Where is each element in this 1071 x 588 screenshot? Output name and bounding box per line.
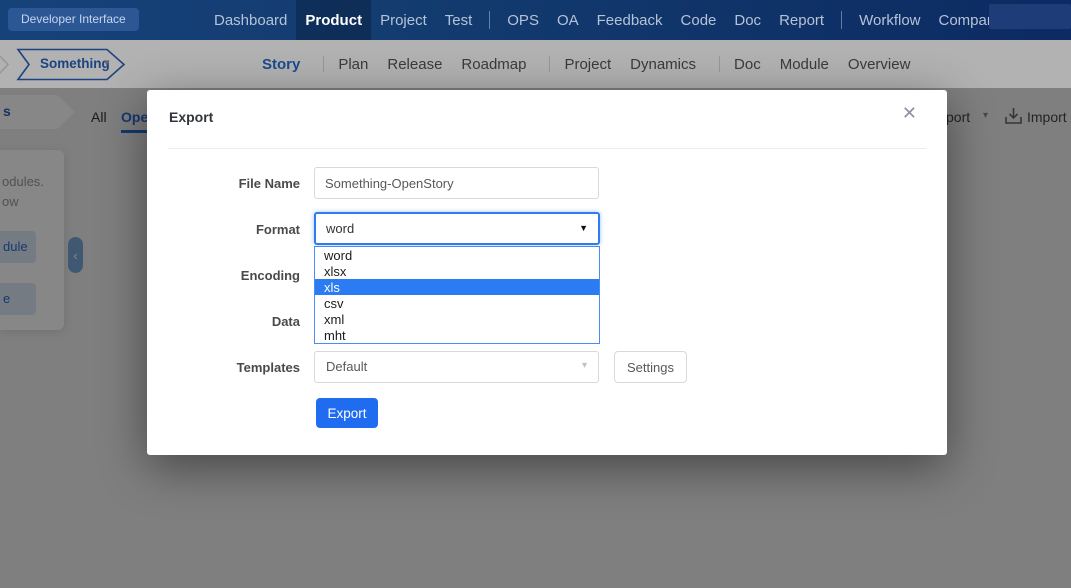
modal-backdrop-upper [0, 40, 1071, 88]
top-menu-code[interactable]: Code [672, 0, 726, 40]
top-menu-ops[interactable]: OPS [498, 0, 548, 40]
templates-selected-value: Default [326, 359, 367, 374]
format-option-xml[interactable]: xml [315, 311, 599, 327]
export-dialog: Export ✕ File Name Format word ▼ Encodin… [147, 90, 947, 455]
format-options-list: word xlsx xls csv xml mht [314, 246, 600, 344]
dialog-header-divider [168, 148, 926, 149]
top-menu-dashboard[interactable]: Dashboard [205, 0, 296, 40]
format-option-xls[interactable]: xls [315, 279, 599, 295]
data-label: Data [147, 314, 300, 329]
format-option-word[interactable]: word [315, 247, 599, 263]
top-menu-product[interactable]: Product [296, 0, 371, 40]
top-menu-workflow[interactable]: Workflow [850, 0, 929, 40]
file-name-label: File Name [147, 176, 300, 191]
developer-interface-badge: Developer Interface [8, 8, 139, 31]
format-label: Format [147, 222, 300, 237]
top-menu: Dashboard Product Project Test OPS OA Fe… [205, 0, 1071, 40]
format-option-csv[interactable]: csv [315, 295, 599, 311]
select-caret-icon: ▼ [579, 223, 588, 233]
top-menu-feedback[interactable]: Feedback [588, 0, 672, 40]
topbar-search-box[interactable] [989, 4, 1071, 29]
templates-label: Templates [147, 360, 300, 375]
app-root: Developer Interface Dashboard Product Pr… [0, 0, 1071, 588]
top-menu-oa[interactable]: OA [548, 0, 588, 40]
format-selected-value: word [326, 221, 354, 236]
top-nav-bar: Developer Interface Dashboard Product Pr… [0, 0, 1071, 40]
format-option-xlsx[interactable]: xlsx [315, 263, 599, 279]
export-submit-button[interactable]: Export [316, 398, 378, 428]
close-icon[interactable]: ✕ [902, 103, 917, 124]
menu-divider [489, 11, 490, 29]
dialog-title: Export [169, 109, 213, 125]
encoding-label: Encoding [147, 268, 300, 283]
format-select[interactable]: word ▼ [314, 212, 600, 245]
menu-divider [841, 11, 842, 29]
top-menu-doc[interactable]: Doc [725, 0, 770, 40]
templates-select[interactable]: Default ▾ [314, 351, 599, 383]
top-menu-test[interactable]: Test [436, 0, 482, 40]
caret-down-icon: ▾ [582, 360, 587, 371]
top-menu-report[interactable]: Report [770, 0, 833, 40]
top-menu-project[interactable]: Project [371, 0, 436, 40]
file-name-input[interactable] [314, 167, 599, 199]
format-option-mht[interactable]: mht [315, 327, 599, 343]
settings-button[interactable]: Settings [614, 351, 687, 383]
